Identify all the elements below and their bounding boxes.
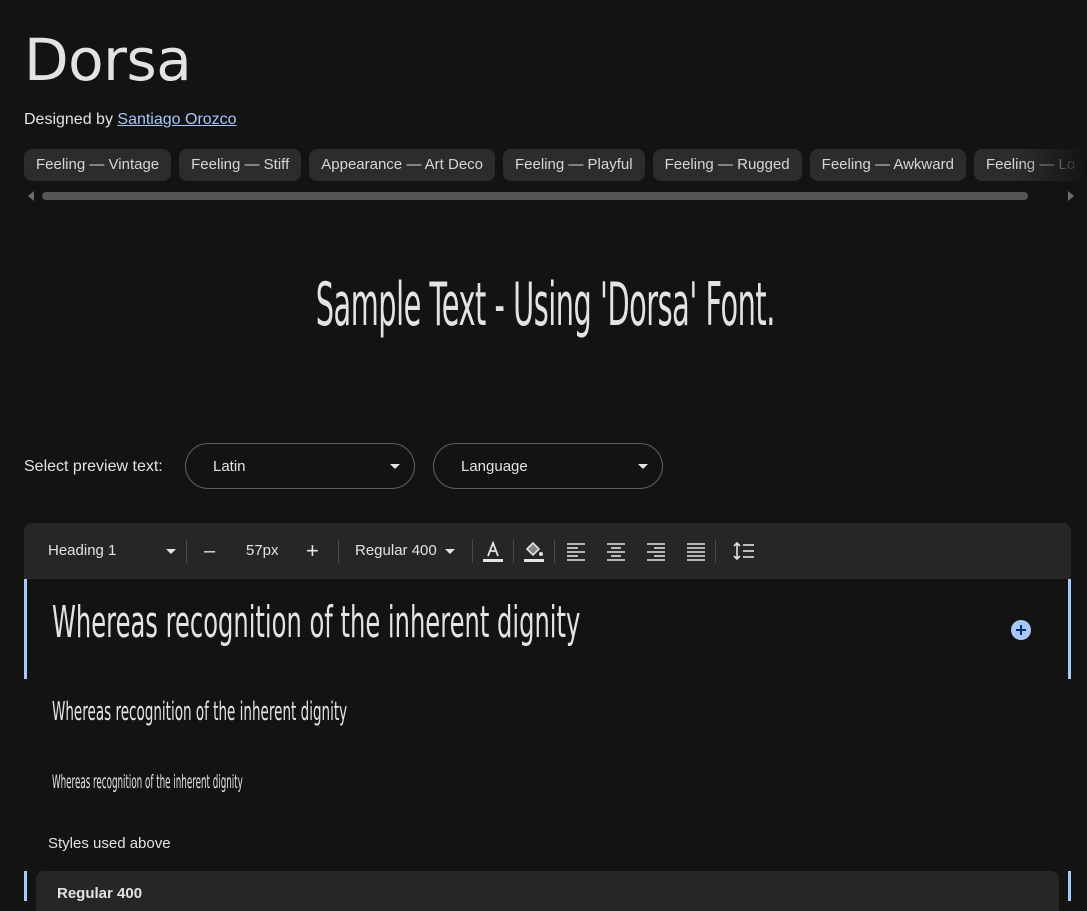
selected-preview-row[interactable]: Whereas recognition of the inherent dign… [24, 579, 1071, 679]
toolbar-divider [554, 539, 555, 563]
toolbar-divider [472, 539, 473, 563]
tag-chip[interactable]: Feeling — Playful [503, 149, 645, 181]
tag-chip[interactable]: Appearance — Art Deco [309, 149, 496, 181]
tag-chip[interactable]: Feeling — Awkward [809, 149, 966, 181]
preview-text-heading-2[interactable]: Whereas recognition of the inherent dign… [52, 697, 347, 727]
weight-select[interactable]: Regular 400 [355, 523, 455, 579]
tag-chip[interactable]: Feeling — Vintage [24, 149, 172, 181]
styles-used-heading: Styles used above [48, 835, 171, 852]
fill-color-icon[interactable] [522, 539, 546, 563]
preview-text-heading-1[interactable]: Whereas recognition of the inherent dign… [52, 597, 580, 648]
align-left-icon[interactable] [564, 539, 588, 563]
chevron-down-icon [444, 548, 455, 554]
toolbar-divider [715, 539, 716, 563]
increase-size-button[interactable]: + [306, 523, 319, 579]
tag-list: Feeling — Vintage Feeling — Stiff Appearan… [24, 149, 1087, 182]
tag-scrollbar[interactable] [24, 189, 1074, 203]
style-card-body: Regular 400 [36, 871, 1059, 911]
style-select-value: Heading 1 [48, 542, 117, 559]
designer-link[interactable]: Santiago Orozco [117, 111, 236, 128]
designer-line: Designed by Santiago Orozco [24, 111, 237, 129]
tag-chip[interactable]: Feeling — Rugged [652, 149, 802, 181]
preview-text-label: Select preview text: [24, 458, 163, 475]
designed-by-prefix: Designed by [24, 111, 118, 128]
script-select-value: Latin [213, 458, 246, 475]
font-title: Dorsa [24, 26, 192, 94]
sample-text-heading: Sample Text - Using 'Dorsa' Font. [315, 270, 776, 340]
style-card-label: Regular 400 [57, 885, 143, 902]
chevron-down-icon [166, 549, 176, 554]
style-select[interactable]: Heading 1 [48, 523, 188, 579]
scroll-left-icon[interactable] [28, 191, 34, 201]
align-right-icon[interactable] [644, 539, 668, 563]
align-justify-icon[interactable] [684, 539, 708, 563]
toolbar-divider [186, 539, 187, 563]
text-color-icon[interactable] [481, 539, 505, 563]
add-style-icon[interactable] [1011, 620, 1031, 640]
chevron-down-icon [390, 464, 400, 469]
tag-chip[interactable]: Feeling — Lo [973, 149, 1087, 181]
preview-text-heading-3[interactable]: Whereas recognition of the inherent dign… [52, 771, 243, 793]
decrease-size-button[interactable]: – [204, 523, 215, 579]
tag-chip[interactable]: Feeling — Stiff [179, 149, 302, 181]
line-height-icon[interactable] [732, 539, 756, 563]
script-select[interactable]: Latin [185, 443, 415, 489]
preview-toolbar: Heading 1 – 57px + Regular 400 [24, 523, 1071, 579]
toolbar-divider [513, 539, 514, 563]
weight-select-value: Regular 400 [355, 542, 437, 559]
toolbar-divider [338, 539, 339, 563]
scroll-right-icon[interactable] [1068, 191, 1074, 201]
scrollbar-thumb[interactable] [42, 192, 1028, 200]
language-select[interactable]: Language [433, 443, 663, 489]
chevron-down-icon [638, 464, 648, 469]
align-center-icon[interactable] [604, 539, 628, 563]
font-size-value[interactable]: 57px [246, 523, 279, 579]
language-select-value: Language [461, 458, 528, 475]
style-card[interactable]: Regular 400 [24, 871, 1071, 911]
